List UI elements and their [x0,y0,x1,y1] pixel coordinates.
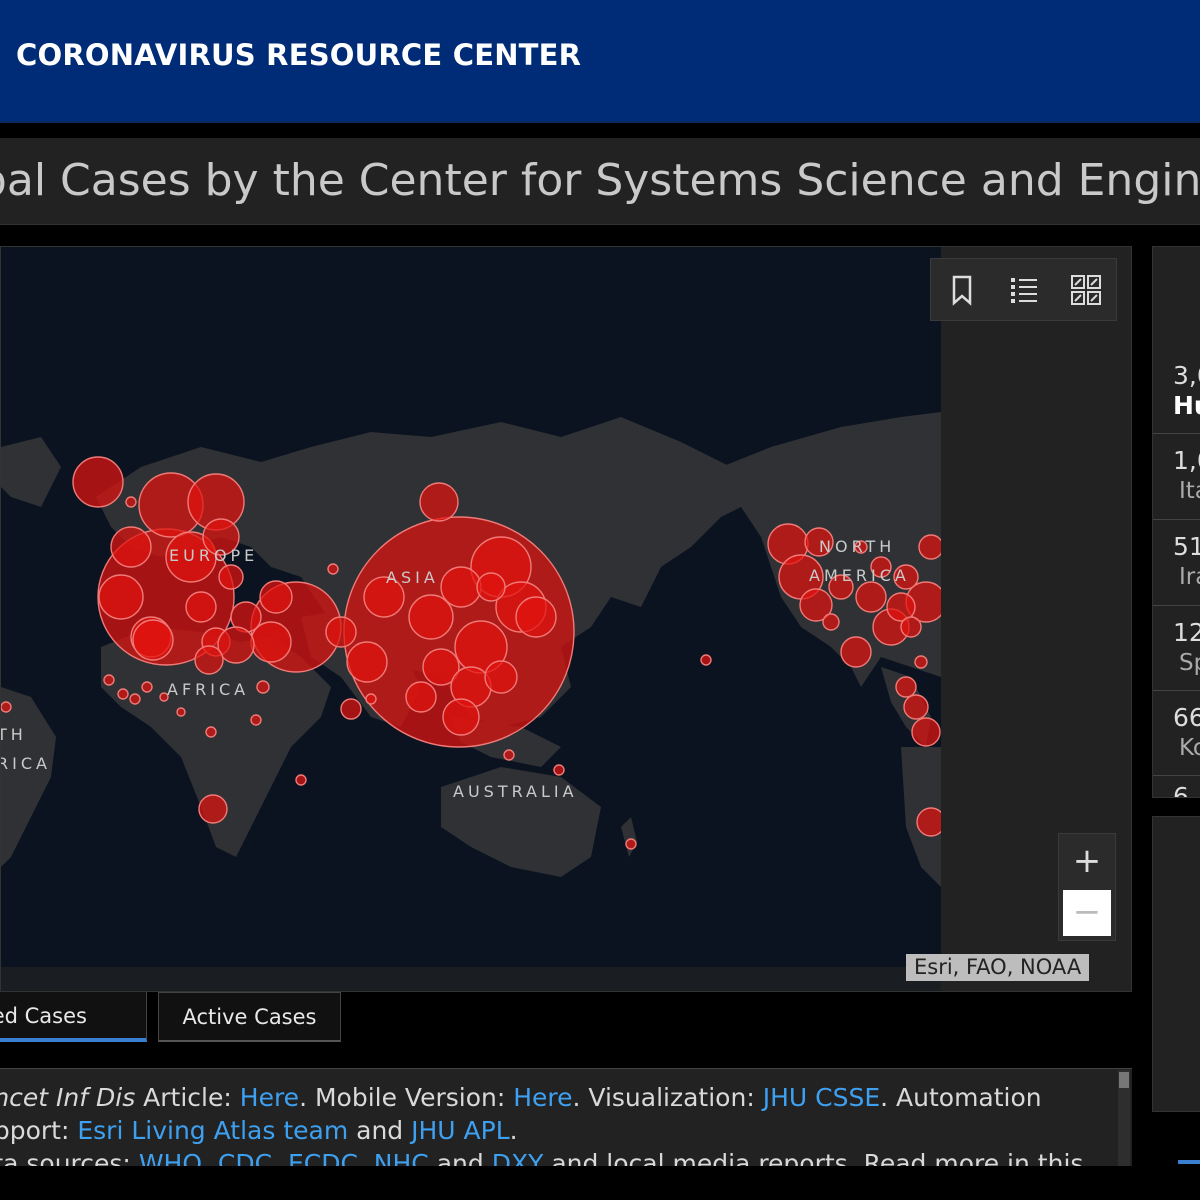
label-america: AMERICA [809,566,910,585]
map-panel[interactable]: EUROPE ASIA AFRICA AUSTRALIA NORTH AMERI… [0,246,1132,992]
country-name: Sp [1179,650,1200,676]
page-title: obal Cases by the Center for Systems Sci… [0,155,1200,206]
label-south-am-1: TH [1,725,27,744]
list-item[interactable]: 3,0 Hu [1153,347,1200,433]
map-attribution: Esri, FAO, NOAA [906,954,1090,981]
label-asia: ASIA [386,568,439,587]
tab-label: rmed Cases [0,1004,87,1028]
list-item[interactable]: 66 Ko [1153,690,1200,777]
info-text-part: and [348,1116,412,1145]
info-scroll-thumb[interactable] [1119,1072,1129,1088]
secondary-panel [1152,816,1200,1112]
info-text-part: . Visualization: [572,1083,763,1112]
site-title[interactable]: CORONAVIRUS RESOURCE CENTER [16,38,581,72]
case-count: 51 [1173,532,1200,561]
list-item[interactable]: 6 [1153,775,1200,798]
label-north: NORTH [819,537,895,556]
map-toolbar [930,258,1117,321]
info-text: ancet Inf Dis Article: Here. Mobile Vers… [0,1081,1088,1169]
country-name: Ita [1179,478,1200,504]
label-africa: AFRICA [167,680,249,699]
info-text-part: upport: [0,1116,70,1145]
zoom-control: + − [1058,833,1116,941]
case-count: 1,0 [1173,446,1200,475]
journal-name: ancet Inf Dis [0,1083,136,1112]
label-south-am-2: RICA [1,754,51,773]
site-header: CORONAVIRUS RESOURCE CENTER [0,0,1200,121]
country-name: Ira [1179,564,1200,590]
info-text-part: . Mobile Version: [299,1083,514,1112]
tab-active-cases[interactable]: Active Cases [158,992,341,1042]
mobile-version-link[interactable]: Here [513,1083,572,1112]
jhu-csse-link[interactable]: JHU CSSE [763,1083,880,1112]
case-count: 66 [1173,703,1200,732]
label-australia: AUSTRALIA [453,782,578,801]
bottom-bar [0,1166,1200,1200]
world-map[interactable]: EUROPE ASIA AFRICA AUSTRALIA NORTH AMERI… [1,247,941,992]
country-name: Ko [1179,735,1200,761]
panel-tab-indicator [1178,1160,1200,1164]
country-name: Hu [1173,391,1200,420]
dashboard-title-bar: obal Cases by the Center for Systems Sci… [0,138,1200,225]
list-item[interactable]: 1,0 Ita [1153,433,1200,520]
info-text-part: . Automation [880,1083,1042,1112]
article-link[interactable]: Here [240,1083,299,1112]
jhu-apl-link[interactable]: JHU APL [411,1116,510,1145]
country-list-panel: 3,0 Hu 1,0 Ita 51 Ira 12 Sp 66 Ko 6 [1152,246,1200,798]
list-item[interactable]: 51 Ira [1153,519,1200,606]
info-text-part: . [509,1116,518,1145]
case-count: 3,0 [1173,361,1200,390]
esri-living-atlas-link[interactable]: Esri Living Atlas team [77,1116,348,1145]
case-count: 12 [1173,618,1200,647]
zoom-in-button[interactable]: + [1063,838,1111,884]
basemap-gallery-icon[interactable] [1069,273,1103,307]
tab-confirmed-cases[interactable]: rmed Cases [0,992,147,1042]
case-count: 6 [1173,782,1189,798]
list-item[interactable]: 12 Sp [1153,605,1200,692]
zoom-out-button[interactable]: − [1063,890,1111,936]
info-panel: ancet Inf Dis Article: Here. Mobile Vers… [0,1068,1132,1169]
label-europe: EUROPE [169,546,258,565]
header-divider [0,121,1200,123]
bookmark-icon[interactable] [945,273,979,307]
legend-list-icon[interactable] [1007,273,1041,307]
info-text-part: Article: [135,1083,240,1112]
map-tabs: rmed Cases Active Cases [0,992,1132,1046]
